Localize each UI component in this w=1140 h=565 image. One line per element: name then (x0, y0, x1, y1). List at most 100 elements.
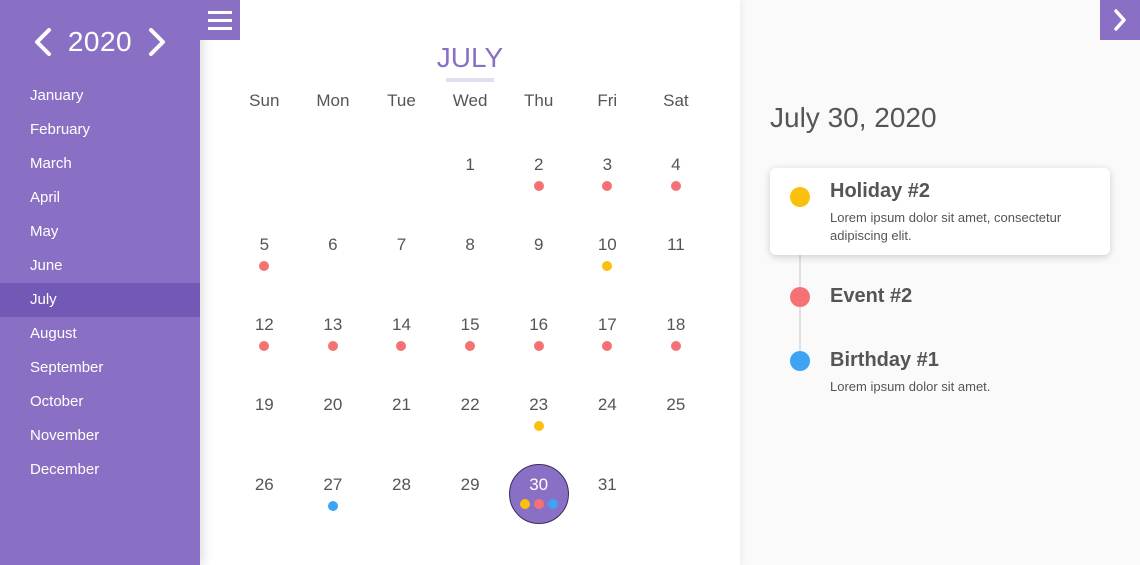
day-number: 20 (323, 395, 343, 414)
month-item-september[interactable]: September (0, 351, 200, 385)
event-color-dot (790, 187, 810, 207)
day-number: 18 (666, 315, 686, 334)
weekday-label: Wed (452, 91, 488, 110)
event-dots (367, 341, 436, 351)
month-item-august[interactable]: August (0, 317, 200, 351)
month-item-february[interactable]: February (0, 113, 200, 147)
day-number: 8 (465, 235, 475, 254)
weekday-label: Tue (387, 91, 416, 110)
day-number: 1 (465, 155, 475, 174)
month-item-april[interactable]: April (0, 181, 200, 215)
chevron-right-icon[interactable] (1100, 0, 1140, 40)
day-number: 29 (460, 475, 480, 494)
weekday-label: Mon (316, 91, 350, 110)
day-number: 19 (254, 395, 274, 414)
weekday-label: Sat (663, 91, 689, 110)
calendar-day[interactable]: 10 (573, 233, 642, 293)
day-number: 14 (392, 315, 411, 334)
event-dots (504, 181, 573, 191)
day-number: 5 (259, 235, 270, 254)
day-number: 21 (392, 395, 411, 414)
calendar-day[interactable]: 16 (504, 313, 573, 373)
month-item-december[interactable]: December (0, 453, 200, 487)
calendar-day[interactable]: 11 (642, 233, 711, 293)
calendar-day[interactable]: 30 (504, 464, 573, 533)
calendar-day[interactable]: 28 (367, 473, 436, 533)
chevron-left-icon[interactable] (28, 24, 58, 60)
year-navigation: 2020 (0, 22, 200, 62)
calendar-day[interactable]: 19 (230, 393, 299, 453)
calendar-day[interactable]: 27 (299, 473, 368, 533)
calendar-day[interactable]: 12 (230, 313, 299, 373)
event-dot (465, 341, 476, 351)
month-item-january[interactable]: January (0, 79, 200, 113)
event-dots (299, 501, 368, 511)
calendar-day[interactable]: 24 (573, 393, 642, 453)
selected-date-heading: July 30, 2020 (770, 102, 937, 133)
event-dot (327, 501, 338, 511)
month-item-march[interactable]: March (0, 147, 200, 181)
month-item-june[interactable]: June (0, 249, 200, 283)
calendar-day[interactable]: 26 (230, 473, 299, 533)
calendar-day[interactable]: 31 (573, 473, 642, 533)
event-dots (230, 341, 299, 351)
event-dots (504, 421, 573, 431)
calendar-day[interactable]: 4 (642, 153, 711, 213)
event-item[interactable]: Event #2 (770, 285, 1110, 308)
calendar-day[interactable]: 3 (573, 153, 642, 213)
day-number: 6 (328, 235, 338, 254)
calendar-day[interactable]: 15 (436, 313, 505, 373)
chevron-right-icon[interactable] (142, 24, 172, 60)
calendar-day[interactable]: 9 (504, 233, 573, 293)
month-item-november[interactable]: November (0, 419, 200, 453)
calendar-day[interactable]: 14 (367, 313, 436, 373)
event-dot (602, 181, 613, 191)
calendar-day[interactable]: 18 (642, 313, 711, 373)
month-item-october[interactable]: October (0, 385, 200, 419)
calendar-day[interactable]: 5 (230, 233, 299, 293)
event-dot (259, 341, 270, 351)
calendar-day[interactable]: 29 (436, 473, 505, 533)
day-number: 2 (533, 155, 544, 174)
calendar-day[interactable]: 1 (436, 153, 505, 213)
day-number: 25 (666, 395, 686, 414)
day-number: 3 (602, 155, 613, 174)
calendar-day[interactable]: 25 (642, 393, 711, 453)
weekday-label: Thu (524, 91, 554, 110)
hamburger-menu-icon[interactable] (200, 0, 240, 40)
calendar-day[interactable]: 8 (436, 233, 505, 293)
day-number: 24 (597, 395, 617, 414)
event-dots (230, 261, 299, 271)
event-dot (327, 341, 338, 351)
month-item-july[interactable]: July (0, 283, 200, 317)
day-number: 10 (597, 235, 617, 254)
calendar-day[interactable]: 7 (367, 233, 436, 293)
weekday-label: Fri (597, 91, 618, 110)
calendar-day[interactable]: 17 (573, 313, 642, 373)
calendar-day[interactable]: 23 (504, 393, 573, 453)
calendar-day[interactable]: 22 (436, 393, 505, 453)
month-item-may[interactable]: May (0, 215, 200, 249)
event-title: Birthday #1 (830, 349, 939, 371)
calendar-day[interactable]: 13 (299, 313, 368, 373)
event-title: Event #2 (830, 285, 913, 307)
event-item[interactable]: Birthday #1 Lorem ipsum dolor sit amet. (770, 349, 1110, 396)
calendar-day[interactable]: 21 (367, 393, 436, 453)
calendar-day[interactable]: 2 (504, 153, 573, 213)
event-dot (547, 499, 558, 509)
day-number: 7 (396, 235, 407, 254)
calendar-day[interactable]: 20 (299, 393, 368, 453)
event-dots (642, 181, 711, 191)
event-dots (573, 261, 642, 271)
event-dots (299, 341, 368, 351)
day-number: 15 (460, 315, 480, 334)
calendar-day[interactable]: 6 (299, 233, 368, 293)
menu-bar (208, 10, 232, 14)
event-title: Holiday #2 (830, 180, 931, 202)
event-item[interactable]: Holiday #2 Lorem ipsum dolor sit amet, co… (770, 168, 1110, 255)
day-number: 30 (529, 475, 549, 494)
day-number: 11 (667, 235, 685, 254)
event-dots (504, 499, 573, 509)
day-number: 27 (323, 475, 343, 494)
event-dots (504, 341, 573, 351)
